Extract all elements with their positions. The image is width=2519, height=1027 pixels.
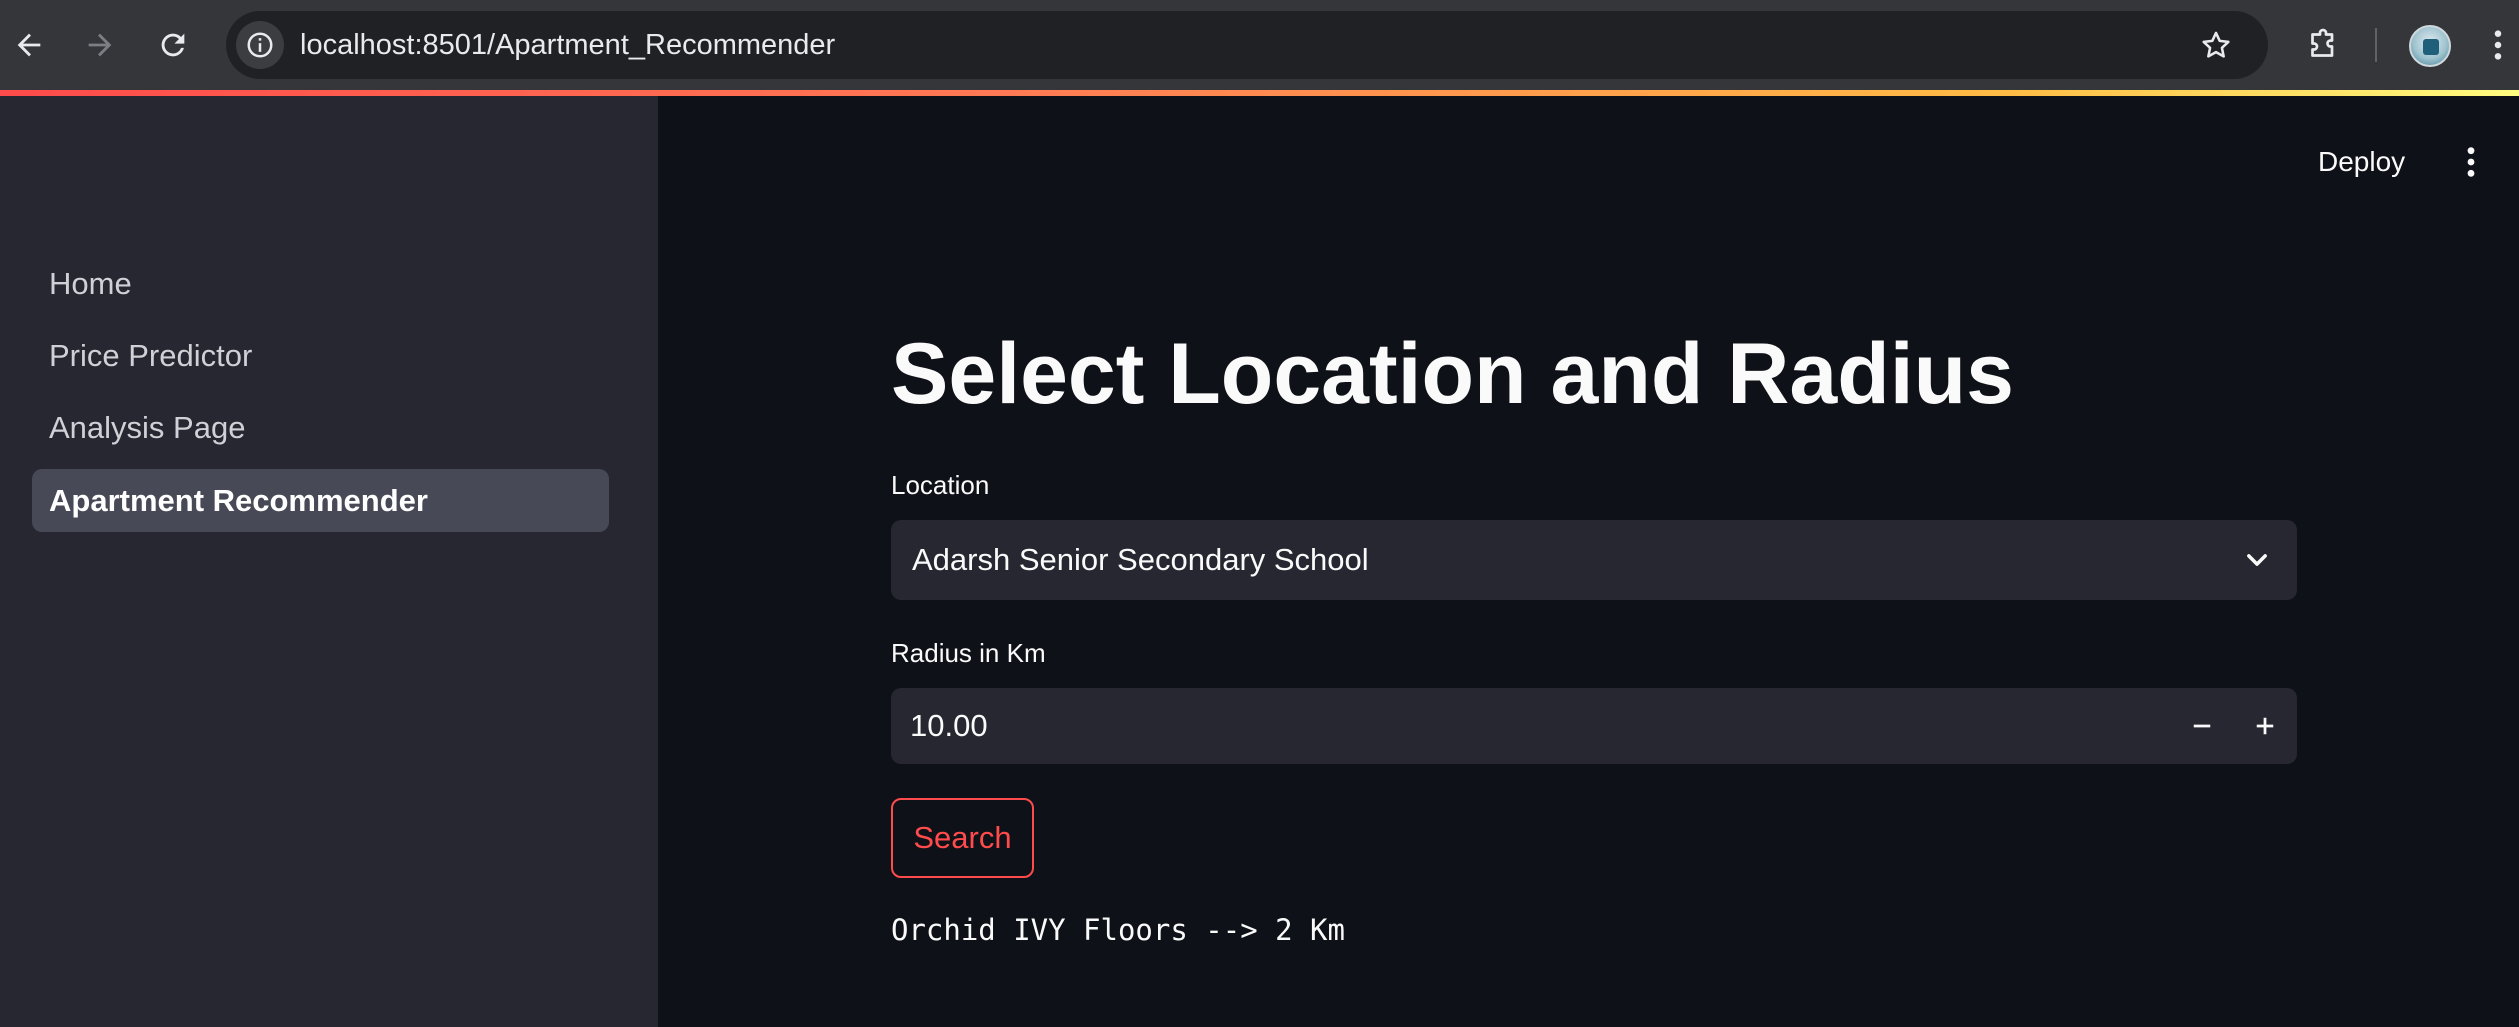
- sidebar-item-label: Price Predictor: [49, 337, 253, 373]
- result-text: Orchid IVY Floors --> 2 Km: [891, 913, 1345, 947]
- address-bar[interactable]: localhost:8501/Apartment_Recommender: [226, 11, 2268, 79]
- sidebar-item-home[interactable]: Home: [32, 252, 609, 315]
- sidebar-item-label: Apartment Recommender: [49, 482, 428, 518]
- site-info-icon: [247, 32, 273, 58]
- extensions-icon: [2311, 28, 2334, 57]
- back-arrow-icon: [17, 33, 41, 57]
- extensions-button[interactable]: [2298, 20, 2348, 70]
- sidebar: Home Price Predictor Analysis Page Apart…: [0, 96, 658, 1027]
- reload-icon: [161, 33, 185, 57]
- forward-button[interactable]: [75, 20, 125, 70]
- page-title: Select Location and Radius: [891, 326, 2014, 422]
- bookmark-button[interactable]: [2194, 23, 2238, 67]
- minus-icon: [2193, 724, 2211, 728]
- plus-icon: [2256, 717, 2274, 735]
- sidebar-item-analysis-page[interactable]: Analysis Page: [32, 396, 609, 459]
- toolbar-divider: [2375, 28, 2377, 62]
- app-menu-button[interactable]: [2456, 140, 2486, 184]
- reload-button[interactable]: [148, 20, 198, 70]
- browser-menu-button[interactable]: [2480, 20, 2516, 70]
- browser-toolbar: localhost:8501/Apartment_Recommender: [0, 0, 2519, 90]
- radius-value[interactable]: 10.00: [910, 688, 988, 764]
- forward-arrow-icon: [88, 33, 112, 57]
- location-select[interactable]: Adarsh Senior Secondary School: [891, 520, 2297, 600]
- main-content: Deploy Select Location and Radius Locati…: [658, 96, 2519, 1027]
- back-button[interactable]: [4, 20, 54, 70]
- radius-label: Radius in Km: [891, 638, 1046, 668]
- kebab-menu-icon: [2494, 30, 2502, 60]
- sidebar-item-apartment-recommender[interactable]: Apartment Recommender: [32, 469, 609, 532]
- profile-avatar[interactable]: [2409, 25, 2451, 67]
- location-select-value: Adarsh Senior Secondary School: [912, 542, 1369, 577]
- sidebar-item-label: Analysis Page: [49, 409, 246, 445]
- increment-button[interactable]: [2234, 688, 2296, 764]
- search-button[interactable]: Search: [891, 798, 1034, 878]
- deploy-button[interactable]: Deploy: [2318, 140, 2405, 184]
- sidebar-item-price-predictor[interactable]: Price Predictor: [32, 324, 609, 387]
- site-info-button[interactable]: [236, 21, 284, 69]
- radius-number-input[interactable]: 10.00: [891, 688, 2297, 764]
- url-text[interactable]: localhost:8501/Apartment_Recommender: [300, 11, 835, 79]
- star-icon: [2202, 31, 2230, 58]
- kebab-menu-icon: [2467, 147, 2475, 177]
- chevron-down-icon: [2247, 554, 2267, 566]
- sidebar-item-label: Home: [49, 265, 132, 301]
- decrement-button[interactable]: [2171, 688, 2233, 764]
- location-label: Location: [891, 470, 990, 500]
